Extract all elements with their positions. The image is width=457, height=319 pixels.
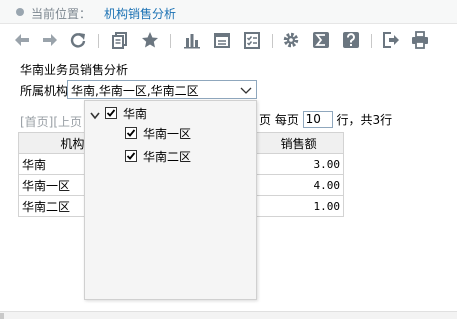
horizontal-scrollbar[interactable] <box>0 311 457 319</box>
refresh-icon[interactable] <box>68 30 88 50</box>
toolbar <box>0 27 457 53</box>
tree-node-label: 华南一区 <box>143 127 192 141</box>
toolbar-separator <box>371 34 372 48</box>
pager-suffix: 行，共3行 <box>336 113 393 127</box>
tree-node-child[interactable]: 华南二区 <box>85 147 256 165</box>
tree-node-label: 华南二区 <box>143 150 192 164</box>
tree-checkbox-child[interactable] <box>125 127 137 139</box>
tree-checkbox-child[interactable] <box>125 150 137 162</box>
tree-node-child[interactable]: 华南一区 <box>85 124 256 142</box>
location-dot-icon <box>16 8 24 16</box>
report-title: 华南业务员销售分析 <box>20 63 129 77</box>
copy-icon[interactable] <box>110 30 130 50</box>
cell-sales: 3.00 <box>253 153 344 175</box>
cell-sales: 4.00 <box>253 174 344 196</box>
tree-collapse-icon[interactable] <box>90 109 100 123</box>
chevron-down-icon[interactable] <box>240 85 252 99</box>
pager-size: 页 每页 10 行，共3行 <box>259 111 392 128</box>
settings-icon[interactable] <box>281 30 301 50</box>
favorite-icon[interactable] <box>140 30 160 50</box>
exit-icon[interactable] <box>381 30 401 50</box>
sum-icon[interactable] <box>311 30 331 50</box>
help-icon[interactable] <box>341 30 361 50</box>
org-select-value: 华南,华南一区,华南二区 <box>71 84 199 98</box>
org-select[interactable]: 华南,华南一区,华南二区 <box>67 80 257 99</box>
page-size-input[interactable]: 10 <box>302 111 333 128</box>
tree-checkbox-root[interactable] <box>105 107 117 119</box>
pager-prefix: 页 每页 <box>259 113 299 127</box>
breadcrumb: 当前位置： 机构销售分析 <box>0 0 457 24</box>
toolbar-separator <box>170 34 171 48</box>
toolbar-separator <box>98 34 99 48</box>
back-icon[interactable] <box>12 30 32 50</box>
org-tree-dropdown: 华南 华南一区 华南二区 <box>84 100 257 300</box>
checklist-icon[interactable] <box>242 30 262 50</box>
tree-node-label: 华南 <box>123 107 148 121</box>
chart-icon[interactable] <box>182 30 202 50</box>
forward-icon[interactable] <box>40 30 60 50</box>
scrollbar-thumb[interactable] <box>0 313 4 319</box>
column-header-sales: 销售额 <box>253 132 344 154</box>
print-icon[interactable] <box>410 30 430 50</box>
breadcrumb-label: 当前位置： <box>31 7 92 21</box>
pager-nav[interactable]: [首页][上页 <box>20 113 82 130</box>
cell-sales: 1.00 <box>253 195 344 217</box>
org-label-text: 所属机构 <box>20 84 69 98</box>
tree-node-root[interactable]: 华南 <box>85 104 256 122</box>
window-icon[interactable] <box>212 30 232 50</box>
toolbar-separator <box>272 34 273 48</box>
breadcrumb-current[interactable]: 机构销售分析 <box>104 5 176 22</box>
org-field-label: 所属机构* <box>20 82 74 99</box>
